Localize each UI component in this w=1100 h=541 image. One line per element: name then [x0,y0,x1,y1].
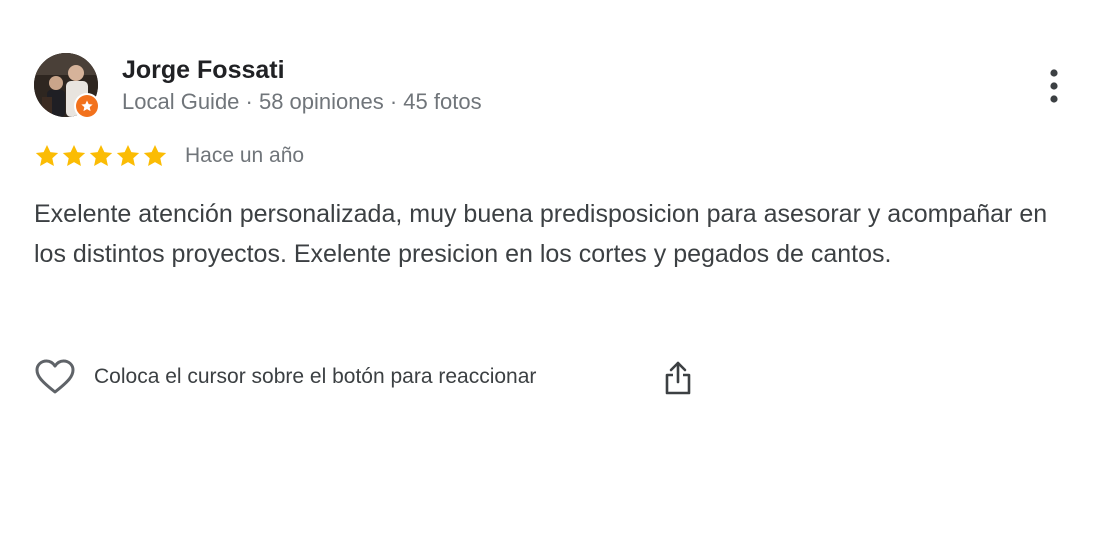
author-name[interactable]: Jorge Fossati [122,53,285,87]
star-icon [116,144,140,166]
star-badge-icon [81,100,93,112]
review-text: Exelente atención personalizada, muy bue… [34,200,1048,268]
rating-row: Hace un año [34,140,304,172]
local-guide-badge [74,93,100,119]
review-date: Hace un año [185,144,305,167]
star-icon [35,144,59,166]
star-icon [143,144,167,166]
more-vertical-icon [1050,69,1058,103]
star-icon [89,144,113,166]
react-hint-text: Coloca el cursor sobre el botón para rea… [94,365,537,388]
more-options-button[interactable] [1034,64,1074,108]
share-button[interactable] [656,356,700,400]
author-avatar[interactable] [34,53,100,119]
review-card: Jorge Fossati Local Guide · 58 opiniones… [0,0,1100,541]
reaction-row: Coloca el cursor sobre el botón para rea… [34,354,536,400]
heart-outline-icon [35,359,75,394]
star-rating [34,143,168,169]
share-icon [665,361,691,395]
author-meta[interactable]: Local Guide · 58 opiniones · 45 fotos [122,87,482,117]
like-button[interactable] [34,356,76,398]
star-icon [62,144,86,166]
